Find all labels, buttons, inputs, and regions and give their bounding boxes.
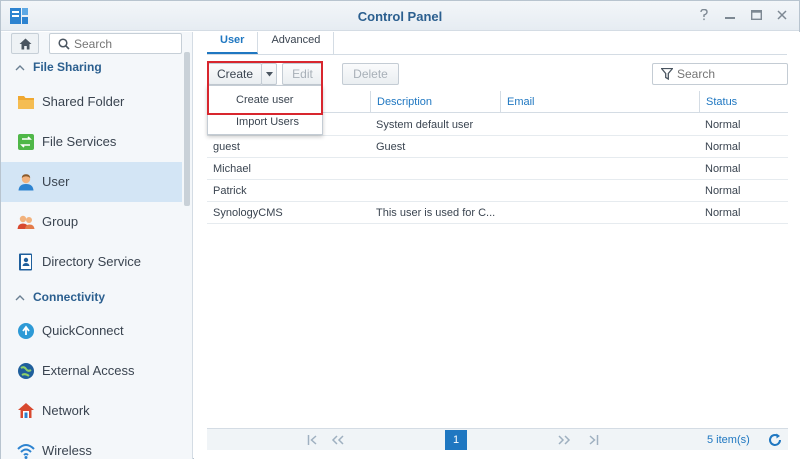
title-bar: Control Panel [1,1,799,31]
cell-email [506,136,686,158]
sidebar-item-quickconnect[interactable]: QuickConnect [1,311,182,351]
sidebar-item-network[interactable]: Network [1,391,182,431]
sidebar-item-directory-service[interactable]: Directory Service [1,242,182,282]
table-row[interactable]: Patrick Normal [207,180,788,202]
sidebar-item-label: Wireless [42,443,92,458]
sidebar-item-user[interactable]: User [1,162,182,202]
create-dropdown-toggle[interactable] [261,63,277,85]
cell-description: System default user [376,119,474,131]
edit-button[interactable]: Edit [282,63,323,85]
tab-user[interactable]: User [207,32,259,54]
table-row[interactable]: guest Guest Normal [207,136,788,158]
network-icon [18,403,34,418]
tab-advanced[interactable]: Advanced [258,32,335,54]
user-search-input[interactable] [677,67,782,81]
chevron-up-icon [15,287,27,307]
sidebar-scrollbar[interactable] [184,52,190,206]
cell-description [376,158,496,180]
shared-folder-icon [18,96,34,109]
cell-name: Patrick [213,185,247,197]
table-row[interactable]: Michael Normal [207,158,788,180]
toolbar: Create Edit Delete [208,63,788,85]
sidebar-item-label: Network [42,403,90,418]
tab-bar: User Advanced [207,32,787,55]
pagination-bar: 1 5 item(s) [207,428,788,450]
quickconnect-icon [18,323,34,339]
current-page-button[interactable]: 1 [445,430,467,450]
sidebar-item-group[interactable]: Group [1,202,182,242]
delete-button[interactable]: Delete [342,63,399,85]
cell-description [376,180,496,202]
wireless-icon [17,444,35,459]
control-panel-window: Control Panel File [0,0,800,459]
menu-item-import-users[interactable]: Import Users [208,111,322,133]
file-services-icon [18,134,34,150]
cell-status: Normal [705,207,741,219]
sidebar-item-wireless[interactable]: Wireless [1,431,182,459]
sidebar-item-external-access[interactable]: External Access [1,351,182,391]
next-page-icon[interactable] [555,431,573,449]
group-icon [17,215,35,229]
cell-status: Normal [705,185,741,197]
sidebar-item-file-services[interactable]: File Services [1,122,182,162]
section-file-sharing[interactable]: File Sharing [1,57,181,77]
close-icon[interactable] [775,7,789,23]
column-header-description[interactable]: Description [370,91,500,113]
previous-page-icon[interactable] [329,431,347,449]
column-header-status[interactable]: Status [699,91,782,113]
section-connectivity[interactable]: Connectivity [1,287,181,307]
cell-name: SynologyCMS [213,207,283,219]
minimize-icon[interactable] [723,7,737,23]
table-row[interactable]: SynologyCMS This user is used for C... N… [207,202,788,224]
external-access-icon [18,363,34,379]
cell-email [506,202,686,224]
item-count: 5 item(s) [707,434,750,446]
cell-status: Normal [705,163,741,175]
sidebar-item-shared-folder[interactable]: Shared Folder [1,82,182,122]
maximize-icon[interactable] [749,7,763,23]
cell-email [506,114,686,136]
create-button[interactable]: Create [208,63,262,85]
column-header-email[interactable]: Email [500,91,690,113]
sidebar-item-label: Shared Folder [42,94,125,109]
sidebar: File Sharing Shared Folder File Services… [1,32,193,459]
menu-item-create-user[interactable]: Create user [208,89,322,111]
last-page-icon[interactable] [584,431,602,449]
cell-description: Guest [376,141,406,153]
search-icon [58,38,70,50]
cell-description: This user is used for C... [376,207,496,219]
refresh-icon[interactable] [767,432,783,448]
section-label: Connectivity [33,290,106,304]
window-title: Control Panel [357,9,443,24]
sidebar-search-input[interactable] [74,36,174,51]
create-menu: Create user Import Users [207,85,323,135]
cell-email [506,180,686,202]
cell-email [506,158,686,180]
home-icon [19,38,31,49]
sidebar-item-label: QuickConnect [42,323,124,338]
user-icon [18,174,34,191]
cell-status: Normal [705,119,741,131]
cell-name: Michael [213,163,251,175]
sidebar-item-label: User [42,174,70,189]
directory-service-icon [19,253,32,271]
chevron-up-icon [15,57,27,77]
user-search[interactable] [652,63,788,85]
first-page-icon[interactable] [304,431,322,449]
sidebar-item-label: Group [42,214,79,229]
home-button[interactable] [11,33,39,54]
filter-icon [661,68,673,80]
sidebar-item-label: External Access [42,363,135,378]
section-label: File Sharing [33,60,102,74]
sidebar-item-label: File Services [42,134,117,149]
sidebar-item-label: Directory Service [42,254,141,269]
cell-name: guest [213,141,240,153]
caret-down-icon [265,72,273,77]
help-icon[interactable] [697,7,711,23]
cell-status: Normal [705,141,741,153]
sidebar-search[interactable] [49,33,182,54]
